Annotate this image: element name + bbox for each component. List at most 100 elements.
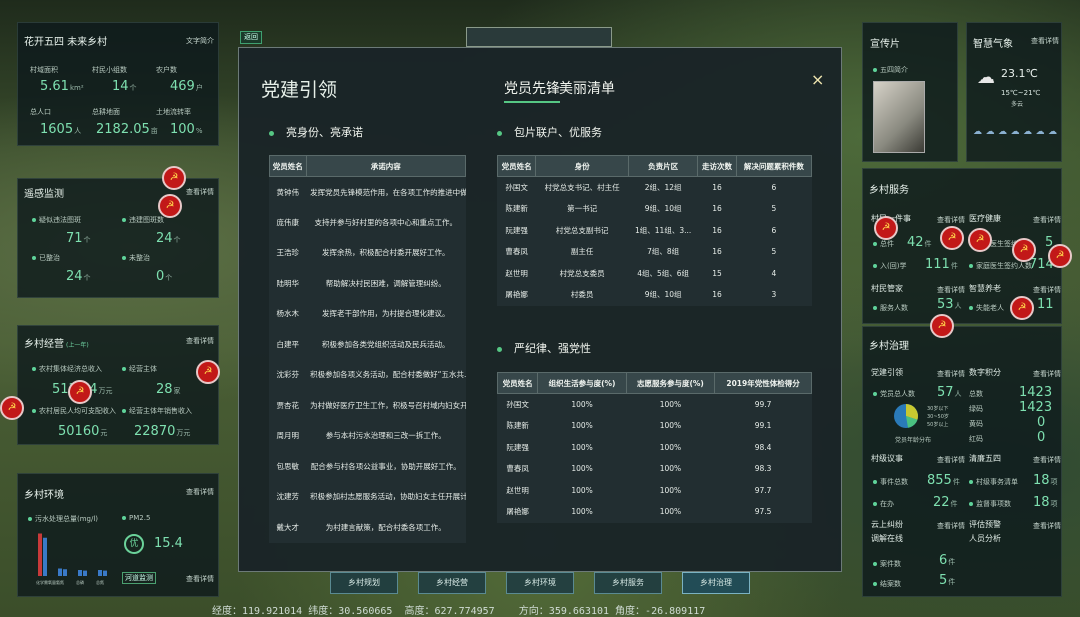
publicity-item[interactable]: 五四简介 <box>873 65 908 75</box>
economy-title: 乡村经营 (上一年) <box>24 339 89 350</box>
video-thumbnail[interactable] <box>873 81 925 153</box>
cloud-block-title2[interactable]: 调解在线 <box>871 533 903 544</box>
party-marker-icon[interactable]: ☭ <box>196 360 220 384</box>
stat-label: 未整治 <box>122 253 150 263</box>
table-cell: 杨水木 <box>276 309 300 319</box>
table-cell: 帮助解决村民困难，调解管理纠纷。 <box>325 278 446 288</box>
pm-label: PM2.5 <box>122 514 150 522</box>
cloud-detail-link[interactable]: 查看详情 <box>937 521 965 531</box>
table-cell: 赵世明 <box>505 268 528 278</box>
affairs-block-title[interactable]: 村级议事 <box>871 453 903 464</box>
water-bar <box>98 570 102 576</box>
weather-detail-link[interactable]: 查看详情 <box>1031 36 1059 46</box>
table-cell: 第一书记 <box>567 204 598 214</box>
column-header: 志愿服务参与度(%) <box>625 372 716 394</box>
governance-title: 乡村治理 <box>869 341 909 352</box>
economy-detail-link[interactable]: 查看详情 <box>186 336 214 346</box>
weather-condition: 多云 <box>1011 101 1024 108</box>
column-header: 党员姓名 <box>269 155 307 177</box>
table-row: 陈建新 100% 100% 99.1 <box>498 415 812 437</box>
water-bar-label: 化学需氧量 <box>36 579 56 585</box>
monitor-detail-link[interactable]: 查看详情 <box>186 187 214 197</box>
risk-block-title[interactable]: 评估预警 <box>969 519 1001 530</box>
table-cell: 6 <box>771 183 777 192</box>
village-info-panel: 花开五四 未来乡村 文字简介 村域面积 5.61km² 村民小组数 14个 农户… <box>17 22 219 146</box>
nav-environment[interactable]: 乡村环境 <box>506 572 574 594</box>
village-intro-link[interactable]: 文字简介 <box>186 36 214 46</box>
party-marker-icon[interactable]: ☭ <box>940 226 964 250</box>
stat-value: 22件 <box>933 495 958 510</box>
service-detail-link[interactable]: 查看详情 <box>1033 285 1061 295</box>
service-block-title[interactable]: 医疗健康 <box>969 213 1001 224</box>
table-cell: 100% <box>571 464 593 474</box>
service-detail-link[interactable]: 查看详情 <box>1033 215 1061 225</box>
table-cell: 100% <box>659 464 682 474</box>
stat-label: 经营主体 <box>122 364 157 374</box>
table-cell: 100% <box>571 507 593 517</box>
table-cell: 屠艳娜 <box>505 290 528 300</box>
table-cell: 2组、12组 <box>644 183 682 192</box>
tab-beauty-list[interactable]: 美丽清单 <box>559 78 615 98</box>
table-cell: 9组、10组 <box>644 204 682 214</box>
party-detail-link[interactable]: 查看详情 <box>937 369 965 379</box>
tab-party-pioneer[interactable]: 党员先锋 <box>504 78 560 103</box>
points-total-value: 1423 <box>1019 385 1053 400</box>
table-cell: 5 <box>771 204 777 214</box>
stat-value: 28家 <box>156 382 181 397</box>
stat-label: 村民小组数 <box>92 66 127 74</box>
party-marker-icon[interactable]: ☭ <box>68 380 92 404</box>
party-marker-icon[interactable]: ☭ <box>0 396 24 420</box>
party-marker-icon[interactable]: ☭ <box>162 166 186 190</box>
party-marker-icon[interactable]: ☭ <box>1010 296 1034 320</box>
pm-value: 15.4 <box>154 536 183 551</box>
nav-governance[interactable]: 乡村治理 <box>682 572 750 594</box>
stat-label: 家庭医生签约人数 <box>969 261 1032 271</box>
stat-value: 14个 <box>112 79 137 94</box>
nav-planning[interactable]: 乡村规划 <box>330 572 398 594</box>
table-cell: 100% <box>659 485 682 495</box>
party-marker-icon[interactable]: ☭ <box>968 228 992 252</box>
affairs-detail-link[interactable]: 查看详情 <box>937 455 965 465</box>
service-detail-link[interactable]: 查看详情 <box>937 285 965 295</box>
clean-block-title[interactable]: 清廉五四 <box>969 453 1001 464</box>
close-icon[interactable]: × <box>811 70 824 89</box>
party-block-title[interactable]: 党建引领 <box>871 367 903 378</box>
risk-detail-link[interactable]: 查看详情 <box>1033 521 1061 531</box>
cloud-block-title[interactable]: 云上纠纷 <box>871 519 903 530</box>
clean-detail-link[interactable]: 查看详情 <box>1033 455 1061 465</box>
points-block-title[interactable]: 数字积分 <box>969 367 1001 378</box>
table-cell: 9组、10组 <box>644 290 682 300</box>
weather-title: 智慧气象 <box>973 39 1013 50</box>
back-button[interactable]: 返回 <box>240 31 262 44</box>
party-marker-icon[interactable]: ☭ <box>930 314 954 338</box>
river-detail-link[interactable]: 查看详情 <box>186 574 214 584</box>
service-detail-link[interactable]: 查看详情 <box>937 215 965 225</box>
points-detail-link[interactable]: 查看详情 <box>1033 369 1061 379</box>
stat-label: 结案数 <box>873 579 901 589</box>
table-cell: 沈彩芬 <box>276 370 300 380</box>
risk-block-title2[interactable]: 人员分析 <box>969 533 1001 544</box>
party-marker-icon[interactable]: ☭ <box>1048 244 1072 268</box>
river-monitor-button[interactable]: 河道监测 <box>122 572 156 584</box>
governance-panel: 乡村治理 党建引领 查看详情 党员总人数 57人 30岁以下 30~50岁 50… <box>862 326 1062 597</box>
table-row: 王浩珍 发挥余热，积极配合村委开展好工作。 <box>270 238 466 269</box>
column-header: 党员姓名 <box>496 155 537 177</box>
stat-value: 22870万元 <box>134 424 191 439</box>
service-block-title[interactable]: 智慧养老 <box>969 283 1001 294</box>
forecast-cloud-icon: ☁ <box>985 127 995 137</box>
party-marker-icon[interactable]: ☭ <box>158 194 182 218</box>
party-marker-icon[interactable]: ☭ <box>874 216 898 240</box>
environment-detail-link[interactable]: 查看详情 <box>186 487 214 497</box>
nav-service[interactable]: 乡村服务 <box>594 572 662 594</box>
party-marker-icon[interactable]: ☭ <box>1012 238 1036 262</box>
table-cell: 4 <box>771 268 777 278</box>
table-cell: 周月明 <box>276 431 300 441</box>
table-cell: 16 <box>712 204 722 214</box>
table-cell: 4组、5组、6组 <box>637 268 690 278</box>
service-title: 乡村服务 <box>869 185 909 196</box>
nav-economy[interactable]: 乡村经营 <box>418 572 486 594</box>
service-block-title[interactable]: 村民管家 <box>871 283 903 294</box>
table-cell: 16 <box>712 247 722 257</box>
publicity-panel: 宣传片 五四简介 <box>862 22 958 162</box>
stat-label: 失能老人 <box>969 303 1004 313</box>
